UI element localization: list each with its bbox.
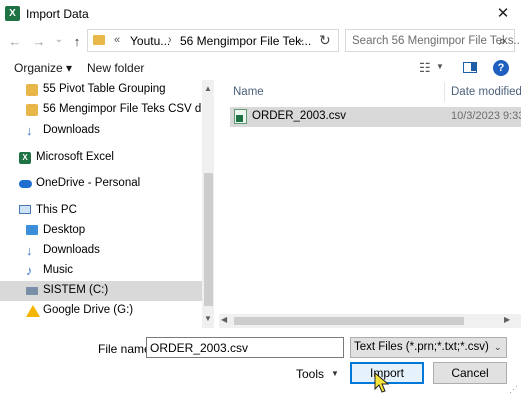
view-options-chevron-icon[interactable]: ▼ bbox=[436, 62, 444, 71]
breadcrumb-separator-icon[interactable]: › bbox=[168, 34, 172, 46]
sidebar-item-desktop[interactable]: Desktop bbox=[0, 221, 202, 241]
recent-locations-chevron-icon[interactable]: ⌄ bbox=[50, 31, 68, 49]
csv-file-icon bbox=[234, 109, 247, 124]
command-toolbar: Organize ▾ New folder ☷ ▼ ? bbox=[0, 57, 521, 80]
sidebar-item-microsoft-excel[interactable]: X Microsoft Excel bbox=[0, 148, 202, 168]
address-bar[interactable]: « Youtu... › 56 Mengimpor File Tek... ⌄ … bbox=[87, 29, 339, 52]
file-type-value: Text Files (*.prn;*.txt;*.csv) bbox=[354, 341, 489, 353]
scroll-up-icon[interactable]: ▲ bbox=[202, 84, 214, 93]
sidebar-item-this-pc[interactable]: This PC bbox=[0, 201, 202, 221]
file-name[interactable]: ORDER_2003.csv bbox=[252, 110, 346, 122]
sidebar-item-label: Downloads bbox=[43, 244, 100, 256]
forward-arrow-icon[interactable]: → bbox=[30, 33, 48, 51]
close-button[interactable]: ✕ bbox=[488, 2, 518, 26]
sidebar-item-sistem-c[interactable]: SISTEM (C:) bbox=[0, 281, 202, 301]
back-arrow-icon[interactable]: ← bbox=[6, 33, 24, 51]
new-folder-button[interactable]: New folder bbox=[87, 61, 144, 75]
sidebar-item-label: This PC bbox=[36, 204, 77, 216]
drive-icon bbox=[26, 287, 38, 295]
scroll-down-icon[interactable]: ▼ bbox=[202, 314, 214, 323]
sidebar-item-onedrive[interactable]: OneDrive - Personal bbox=[0, 174, 202, 194]
sidebar-item-label: 55 Pivot Table Grouping bbox=[43, 83, 166, 95]
resize-grip-icon[interactable]: ⋰ bbox=[509, 384, 518, 395]
breadcrumb-youtube[interactable]: Youtu... bbox=[130, 34, 170, 48]
file-name-input[interactable]: ORDER_2003.csv bbox=[146, 337, 344, 358]
music-icon: ♪ bbox=[26, 263, 33, 278]
change-view-icon[interactable]: ☷ bbox=[419, 60, 431, 76]
address-dropdown-icon[interactable]: ⌄ bbox=[297, 34, 305, 45]
chevron-down-icon[interactable]: ⌄ bbox=[494, 342, 502, 353]
column-divider[interactable] bbox=[444, 82, 445, 102]
search-input[interactable]: Search 56 Mengimpor File Teks... ⌕ bbox=[345, 29, 521, 52]
sidebar-item-label: Google Drive (G:) bbox=[43, 304, 134, 316]
search-placeholder: Search 56 Mengimpor File Teks... bbox=[352, 35, 521, 47]
sidebar-item-pivot-table-grouping[interactable]: 55 Pivot Table Grouping bbox=[0, 80, 202, 100]
column-header-date-modified[interactable]: Date modified bbox=[451, 86, 521, 98]
excel-icon: X bbox=[19, 152, 31, 164]
path-overflow-icon[interactable]: « bbox=[114, 34, 120, 46]
column-header-name[interactable]: Name bbox=[233, 86, 264, 98]
sidebar-item-mengimpor-file[interactable]: 56 Mengimpor File Teks CSV di Exce bbox=[0, 100, 202, 120]
tools-button[interactable]: Tools bbox=[296, 367, 324, 381]
sidebar-item-label: Music bbox=[43, 264, 74, 276]
up-folder-icon[interactable]: ↑ bbox=[68, 33, 86, 51]
onedrive-icon bbox=[19, 180, 32, 188]
mouse-cursor-icon bbox=[374, 372, 390, 393]
file-name-value: ORDER_2003.csv bbox=[150, 341, 249, 355]
pc-icon bbox=[19, 205, 31, 214]
desktop-icon bbox=[26, 225, 38, 235]
dialog-title: Import Data bbox=[26, 7, 89, 21]
download-icon: ↓ bbox=[26, 123, 33, 138]
sidebar-item-label: 56 Mengimpor File Teks CSV di Exce bbox=[43, 103, 201, 115]
sidebar-item-label: Microsoft Excel bbox=[36, 151, 114, 163]
google-drive-icon bbox=[26, 305, 40, 317]
sidebar-item-google-drive[interactable]: Google Drive (G:) bbox=[0, 301, 202, 321]
tools-chevron-icon[interactable]: ▼ bbox=[331, 369, 339, 378]
organize-button[interactable]: Organize ▾ bbox=[14, 61, 72, 75]
sidebar-item-downloads[interactable]: ↓ Downloads bbox=[0, 241, 202, 261]
scroll-right-icon[interactable]: ▶ bbox=[504, 315, 510, 324]
preview-pane-icon[interactable] bbox=[463, 62, 477, 73]
help-icon[interactable]: ? bbox=[493, 60, 509, 76]
sidebar-item-downloads-quick[interactable]: ↓ Downloads bbox=[0, 121, 202, 141]
sidebar-item-label: Downloads bbox=[43, 124, 100, 136]
download-icon: ↓ bbox=[26, 243, 33, 258]
file-date-modified: 10/3/2023 9:33 P bbox=[451, 110, 521, 122]
excel-app-icon: X bbox=[5, 6, 20, 21]
horizontal-scrollbar-thumb[interactable] bbox=[234, 317, 464, 325]
breadcrumb-current-folder[interactable]: 56 Mengimpor File Tek... bbox=[180, 34, 311, 48]
sidebar-item-music[interactable]: ♪ Music bbox=[0, 261, 202, 281]
folder-icon bbox=[93, 35, 105, 45]
sidebar-item-label: OneDrive - Personal bbox=[36, 177, 141, 189]
file-type-select[interactable]: Text Files (*.prn;*.txt;*.csv) ⌄ bbox=[350, 337, 507, 358]
search-icon[interactable]: ⌕ bbox=[499, 33, 506, 49]
refresh-icon[interactable]: ↻ bbox=[319, 32, 331, 49]
sidebar-item-label: SISTEM (C:) bbox=[43, 284, 109, 296]
sidebar-item-label: Desktop bbox=[43, 224, 86, 236]
excel-folder-icon bbox=[26, 104, 38, 116]
cancel-button[interactable]: Cancel bbox=[433, 362, 507, 384]
nav-pane-scrollbar-thumb[interactable] bbox=[204, 173, 213, 306]
navigation-pane: 55 Pivot Table Grouping 56 Mengimpor Fil… bbox=[0, 80, 214, 328]
scroll-left-icon[interactable]: ◀ bbox=[221, 315, 227, 324]
excel-folder-icon bbox=[26, 84, 38, 96]
